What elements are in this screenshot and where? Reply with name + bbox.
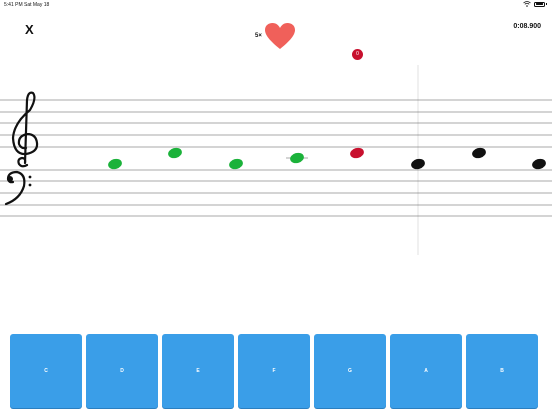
key-f[interactable]: F [238,334,310,408]
key-a[interactable]: A [390,334,462,408]
note-pending [411,158,425,170]
lives-count: 5× [255,33,262,39]
battery-nub [546,3,547,5]
key-g[interactable]: G [314,334,386,408]
note-correct [229,158,243,170]
notes-layer [108,147,546,170]
close-button[interactable]: X [25,23,34,37]
wifi-icon [523,1,531,7]
note-pending [472,147,486,159]
lives-indicator: 5× [255,22,296,50]
key-b[interactable]: B [466,334,538,408]
note-wrong [350,147,364,159]
note-correct [290,152,304,164]
error-count-badge: 0 [352,49,363,60]
key-d[interactable]: D [86,334,158,408]
treble-clef-icon [11,91,39,168]
treble-staff-lines [0,99,552,148]
key-e[interactable]: E [162,334,234,408]
key-c[interactable]: C [10,334,82,408]
status-date: Sat May 18 [24,2,50,8]
bass-clef-icon [4,170,32,206]
note-pending [532,158,546,170]
status-bar: 5:41 PM Sat May 18 [0,0,552,10]
note-keyboard: C D E F G A B [10,334,538,408]
grand-staff [0,65,552,255]
heart-icon [264,23,295,49]
bass-staff-lines [0,169,552,217]
note-correct [168,147,182,159]
status-icons [523,1,547,7]
status-time: 5:41 PM [4,2,23,8]
battery-icon [534,1,545,7]
timer: 0:08.900 [513,23,541,30]
note-correct [108,158,122,170]
